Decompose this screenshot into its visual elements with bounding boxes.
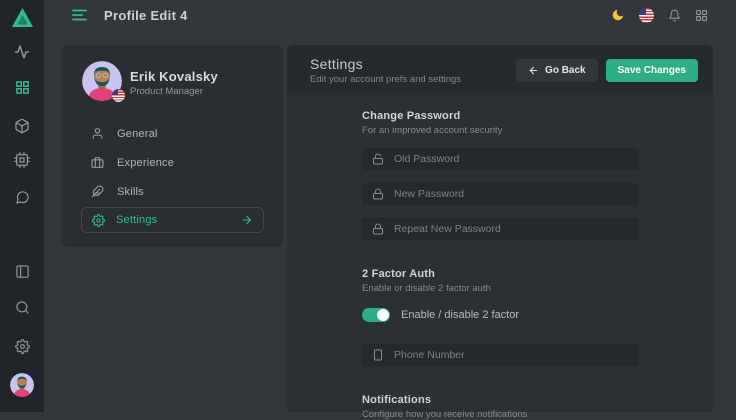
box-icon[interactable] bbox=[0, 118, 44, 134]
phone-number-input[interactable] bbox=[394, 349, 629, 361]
smartphone-icon bbox=[372, 349, 384, 361]
icon-sidebar bbox=[0, 0, 44, 412]
unlock-icon bbox=[372, 153, 384, 165]
profile-name: Erik Kovalsky bbox=[130, 69, 218, 84]
notifications-title: Notifications bbox=[362, 394, 639, 406]
settings-gear-icon[interactable] bbox=[0, 339, 44, 354]
menu-item-settings[interactable]: Settings bbox=[81, 207, 264, 233]
menu-item-general[interactable]: General bbox=[91, 127, 158, 140]
two-factor-toggle-label: Enable / disable 2 factor bbox=[401, 309, 519, 321]
sidebar-user-avatar[interactable] bbox=[10, 373, 34, 397]
feather-icon bbox=[91, 185, 104, 198]
toggle-knob bbox=[377, 309, 389, 321]
repeat-password-field[interactable] bbox=[362, 218, 639, 240]
menu-toggle-icon[interactable] bbox=[72, 9, 87, 21]
new-password-field[interactable] bbox=[362, 183, 639, 205]
chat-icon[interactable] bbox=[0, 190, 44, 205]
cpu-icon[interactable] bbox=[0, 152, 44, 168]
two-factor-title: 2 Factor Auth bbox=[362, 268, 639, 280]
briefcase-icon bbox=[91, 156, 104, 169]
language-us-flag-icon[interactable] bbox=[639, 8, 654, 23]
page-title: Profile Edit 4 bbox=[104, 8, 188, 23]
go-back-button[interactable]: Go Back bbox=[516, 59, 598, 82]
new-password-input[interactable] bbox=[394, 188, 629, 200]
notifications-bell-icon[interactable] bbox=[668, 9, 681, 22]
two-factor-toggle[interactable] bbox=[362, 308, 390, 322]
profile-card: Erik Kovalsky Product Manager General Ex… bbox=[62, 45, 283, 247]
arrow-right-icon bbox=[241, 214, 253, 226]
top-bar: Profile Edit 4 bbox=[44, 0, 736, 30]
change-password-subtitle: For an improved account security bbox=[362, 125, 639, 136]
old-password-input[interactable] bbox=[394, 153, 629, 165]
save-changes-label: Save Changes bbox=[618, 65, 686, 76]
menu-item-label: Experience bbox=[117, 157, 174, 169]
menu-item-label: Skills bbox=[117, 186, 144, 198]
repeat-password-input[interactable] bbox=[394, 223, 629, 235]
notifications-subtitle: Configure how you receive notifications bbox=[362, 409, 639, 420]
phone-number-field[interactable] bbox=[362, 344, 639, 366]
save-changes-button[interactable]: Save Changes bbox=[606, 59, 698, 82]
menu-item-label: General bbox=[117, 128, 158, 140]
dark-mode-moon-icon[interactable] bbox=[611, 8, 625, 22]
menu-item-label: Settings bbox=[116, 214, 157, 226]
go-back-label: Go Back bbox=[545, 65, 586, 76]
layout-panel-icon[interactable] bbox=[0, 264, 44, 279]
settings-panel: Settings Edit your account prefs and set… bbox=[287, 45, 713, 412]
apps-grid-icon[interactable] bbox=[695, 9, 708, 22]
settings-form: Change Password For an improved account … bbox=[362, 110, 639, 420]
dashboard-grid-icon[interactable] bbox=[0, 80, 44, 95]
lock-icon bbox=[372, 223, 384, 235]
menu-item-skills[interactable]: Skills bbox=[91, 185, 144, 198]
search-icon[interactable] bbox=[0, 300, 44, 315]
settings-panel-header: Settings Edit your account prefs and set… bbox=[287, 45, 713, 95]
app-logo-icon[interactable] bbox=[0, 7, 44, 28]
profile-avatar bbox=[82, 61, 122, 101]
two-factor-subtitle: Enable or disable 2 factor auth bbox=[362, 283, 639, 294]
user-icon bbox=[91, 127, 104, 140]
settings-subtitle: Edit your account prefs and settings bbox=[310, 74, 461, 85]
profile-role: Product Manager bbox=[130, 86, 203, 97]
arrow-left-icon bbox=[528, 65, 539, 76]
menu-item-experience[interactable]: Experience bbox=[91, 156, 174, 169]
change-password-title: Change Password bbox=[362, 110, 639, 122]
lock-icon bbox=[372, 188, 384, 200]
gear-icon bbox=[92, 214, 105, 227]
old-password-field[interactable] bbox=[362, 148, 639, 170]
settings-title: Settings bbox=[310, 56, 461, 72]
activity-icon[interactable] bbox=[0, 44, 44, 60]
avatar-country-flag-icon bbox=[112, 89, 125, 102]
